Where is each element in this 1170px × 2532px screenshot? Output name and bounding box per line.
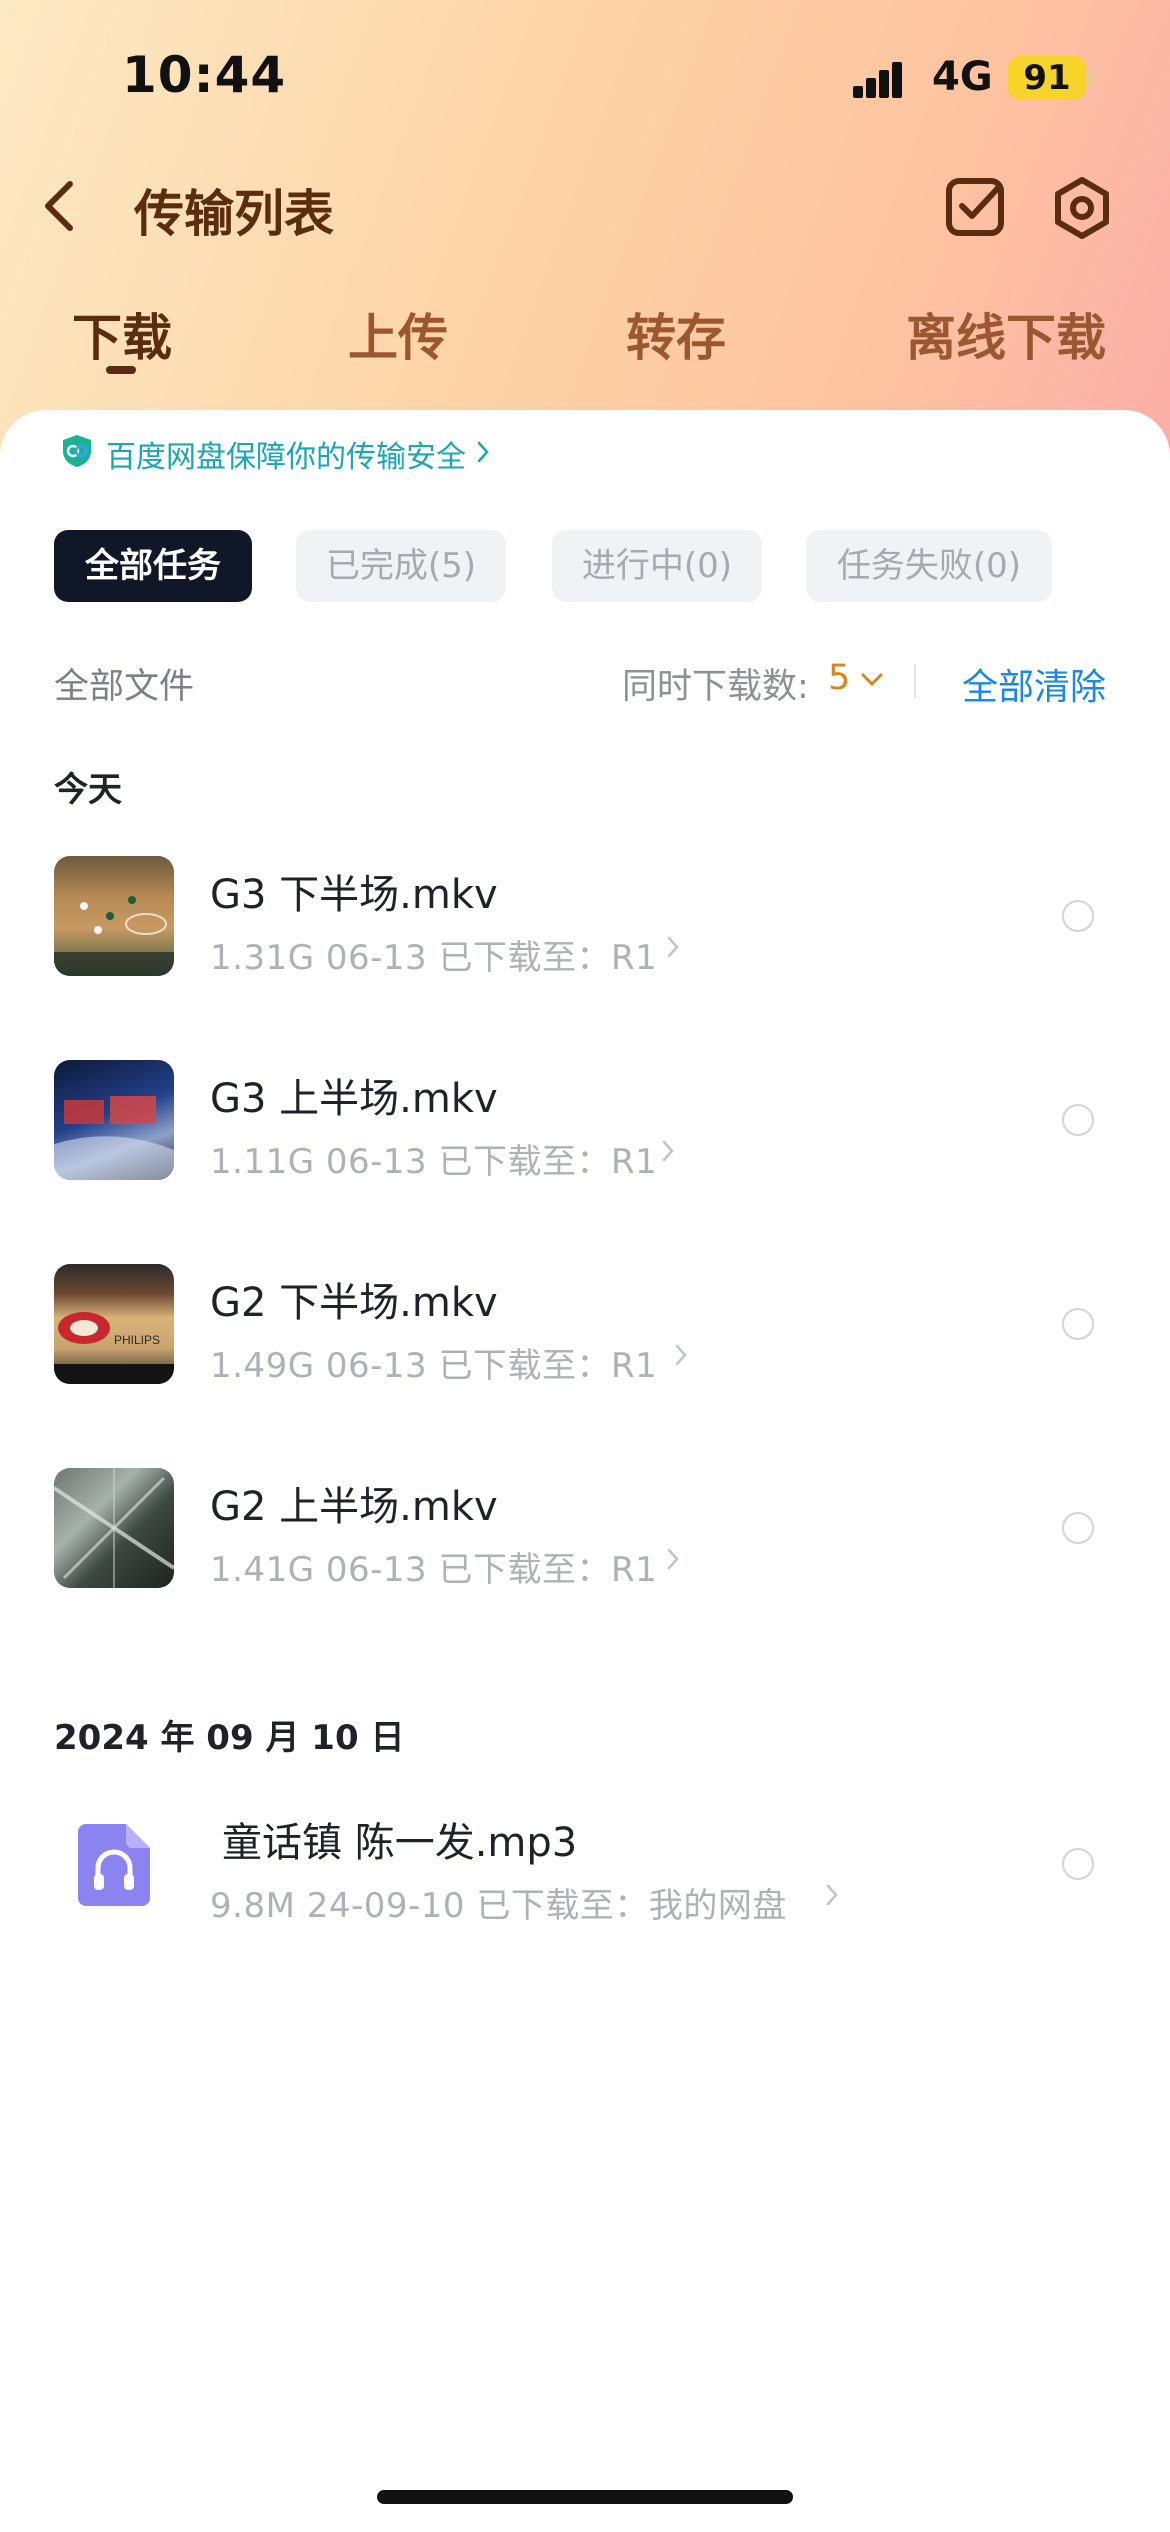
chevron-right-icon[interactable] [667,936,679,958]
arena-thumbnail-art [54,1468,174,1588]
filter-completed[interactable]: 已完成(5) [296,530,506,602]
select-radio[interactable] [1062,900,1094,932]
clear-all-button[interactable]: 全部清除 [962,658,1106,710]
security-banner[interactable]: 百度网盘保障你的传输安全 [106,432,466,476]
section-title-today: 今天 [54,770,122,810]
filter-in-progress[interactable]: 进行中(0) [552,530,762,602]
all-files-label: 全部文件 [54,667,195,707]
file-meta: 9.8M 24-09-10 已下载至：我的网盘 [210,1886,787,1926]
filter-all-tasks[interactable]: 全部任务 [54,530,252,602]
status-time: 10:44 [122,46,287,104]
network-type: 4G [932,54,993,100]
chevron-right-icon[interactable] [675,1344,687,1366]
tab-active-indicator [106,366,136,374]
section-title-date: 2024 年 09 月 10 日 [54,1718,405,1758]
chevron-right-icon [477,441,489,463]
battery-indicator: 91 [1008,56,1086,100]
signal-icon [853,62,902,98]
tab-transfer-save[interactable]: 转存 [626,298,726,370]
file-meta: 1.11G 06-13 已下载至：R1 [210,1142,658,1182]
file-name[interactable]: 童话镇 陈一发.mp3 [222,1810,577,1868]
file-thumbnail[interactable]: PHILIPS [54,1264,174,1384]
file-thumbnail[interactable] [54,1060,174,1180]
chevron-right-icon[interactable] [662,1140,674,1162]
file-thumbnail[interactable] [54,1468,174,1588]
multi-select-icon[interactable] [944,176,1006,238]
content-panel [0,410,1170,2532]
settings-icon[interactable] [1050,176,1114,240]
file-name[interactable]: G2 上半场.mkv [210,1474,498,1532]
file-name[interactable]: G3 下半场.mkv [210,862,498,920]
file-name[interactable]: G2 下半场.mkv [210,1270,498,1328]
tab-offline-download[interactable]: 离线下载 [906,298,1106,370]
back-icon[interactable] [40,176,80,236]
file-thumbnail[interactable] [54,856,174,976]
select-radio[interactable] [1062,1848,1094,1880]
tab-upload[interactable]: 上传 [348,298,448,370]
filter-failed[interactable]: 任务失败(0) [806,530,1052,602]
battery-cap [1088,68,1094,88]
security-shield-icon [63,435,91,467]
file-name[interactable]: G3 上半场.mkv [210,1066,498,1124]
concurrent-downloads-label[interactable]: 同时下载数: [622,658,809,709]
page-title: 传输列表 [134,185,334,243]
concurrent-downloads-value[interactable]: 5 [828,658,850,698]
home-indicator [377,2490,793,2504]
toolbar-divider [914,664,916,698]
tab-download[interactable]: 下载 [72,298,172,370]
select-radio[interactable] [1062,1104,1094,1136]
court-thumbnail-art: PHILIPS [54,1312,174,1384]
select-radio[interactable] [1062,1308,1094,1340]
chevron-right-icon[interactable] [826,1884,838,1906]
file-meta: 1.41G 06-13 已下载至：R1 [210,1550,658,1590]
court-thumbnail-art [54,896,174,976]
chevron-down-icon[interactable] [860,672,884,688]
file-meta: 1.49G 06-13 已下载至：R1 [210,1346,658,1386]
svg-text:PHILIPS: PHILIPS [114,1333,160,1347]
file-meta: 1.31G 06-13 已下载至：R1 [210,938,658,978]
chevron-right-icon[interactable] [667,1548,679,1570]
select-radio[interactable] [1062,1512,1094,1544]
studio-thumbnail-art [54,1096,174,1180]
audio-file-icon[interactable] [76,1822,152,1908]
